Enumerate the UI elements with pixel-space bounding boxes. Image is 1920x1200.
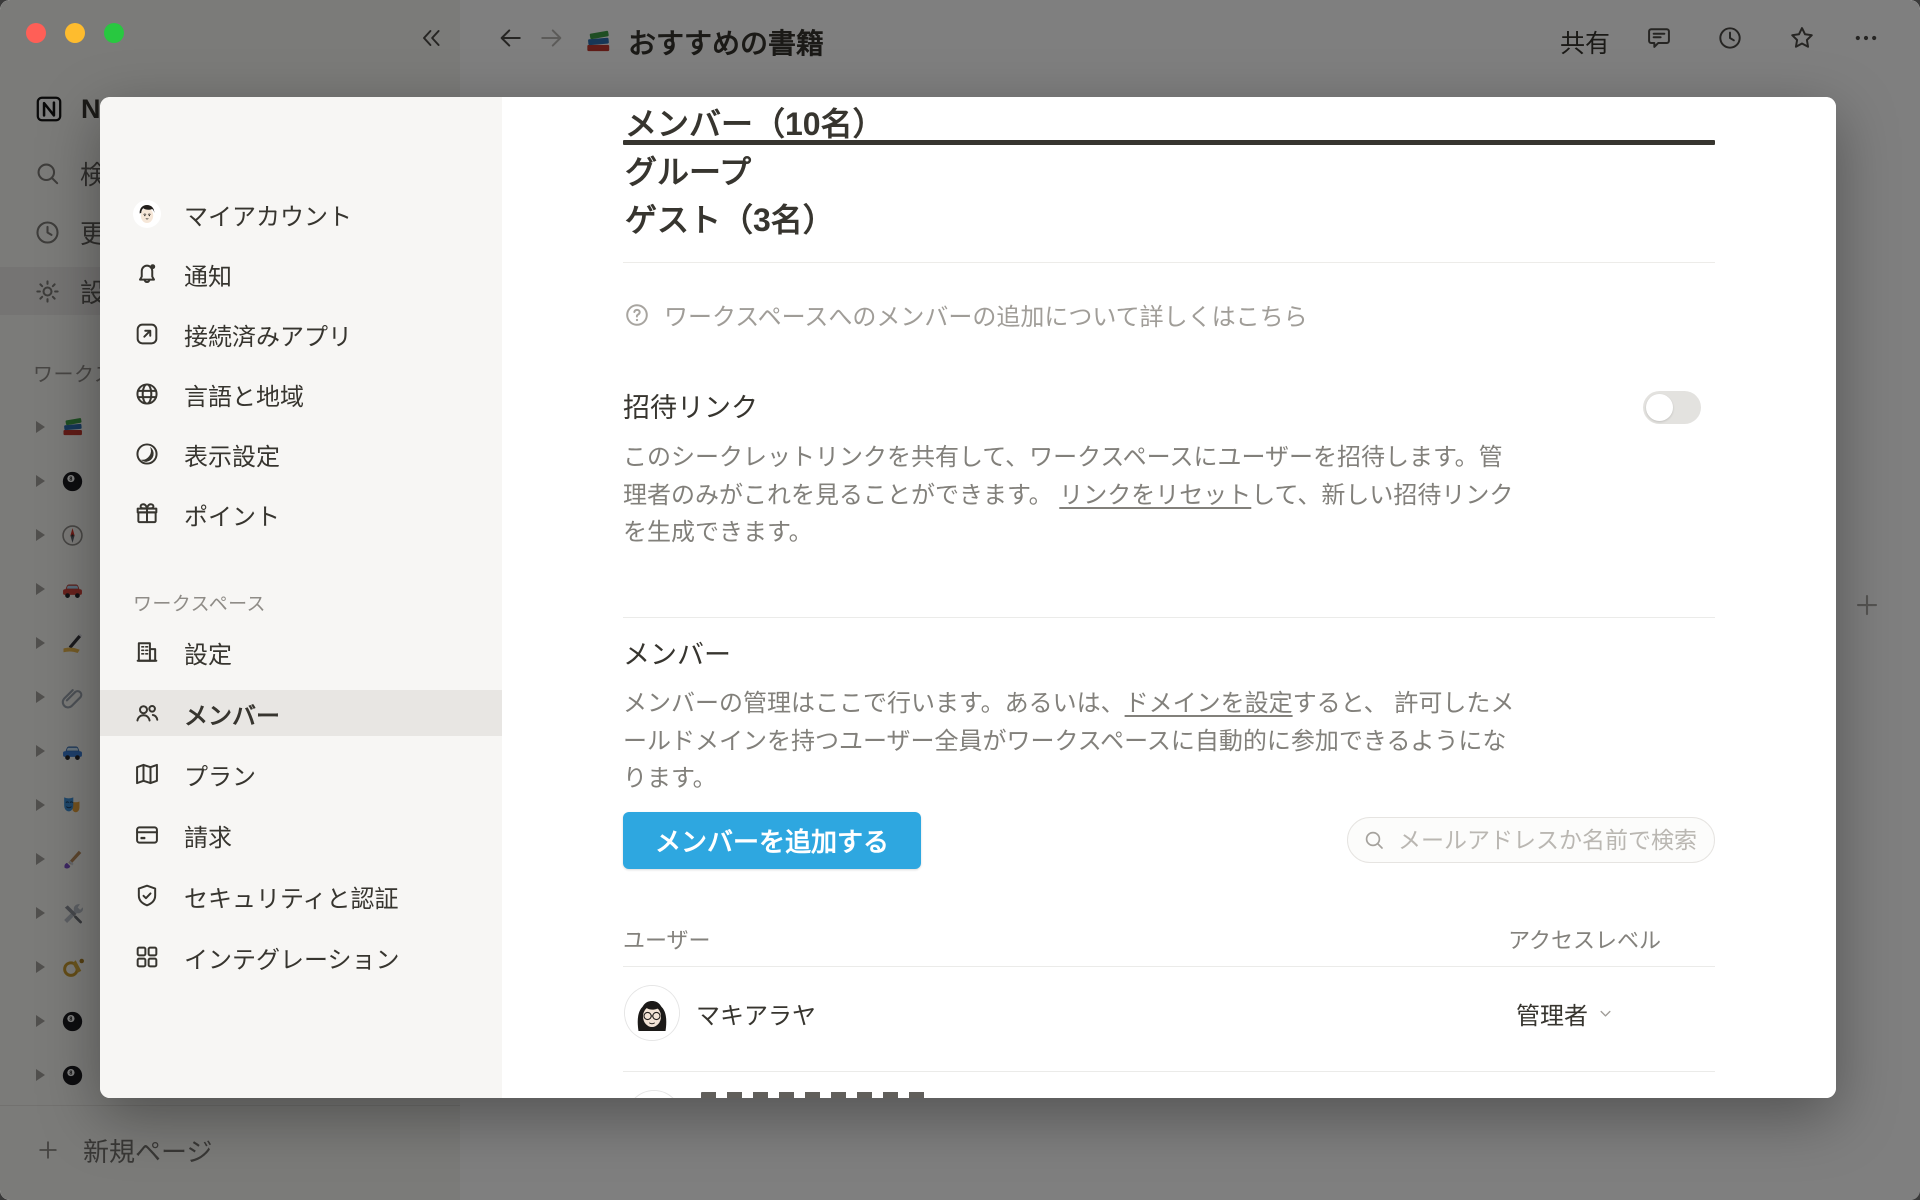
member-name: マキアラヤ [696,996,816,1031]
settings-sidebar: マイアカウント 通知 接続済みアプリ 言語と地域 表示設定 [100,97,502,1098]
settings-sidebar-item[interactable]: プラン [100,751,502,797]
avatar-man-icon [133,200,161,228]
members-description: メンバーの管理はここで行います。あるいは、ドメインを設定すると、 許可したメール… [623,685,1529,798]
users-icon [133,699,161,727]
question-circle-icon [623,301,651,329]
settings-sidebar-item[interactable]: インテグレーション [100,934,502,980]
partial-member-row [623,1091,1715,1098]
clipped-text [701,1092,929,1098]
map-icon [133,760,161,788]
moon-icon [133,440,161,468]
settings-sidebar-item[interactable]: メンバー [100,690,502,736]
external-icon [133,320,161,348]
member-row: マキアラヤ 管理者 [623,986,1715,1040]
settings-sidebar-item[interactable]: セキュリティと認証 [100,873,502,919]
minimize-window-button[interactable] [65,23,85,43]
member-avatar [627,1091,681,1098]
user-column-header: ユーザー [623,923,711,955]
settings-modal: マイアカウント 通知 接続済みアプリ 言語と地域 表示設定 [100,97,1836,1098]
settings-sidebar-item[interactable]: 表示設定 [100,431,502,477]
row-divider [623,1071,1715,1072]
add-member-button[interactable]: メンバーを追加する [623,812,921,869]
table-divider [623,966,1715,967]
member-search[interactable] [1347,817,1715,863]
members-title: メンバー [623,633,731,672]
help-link[interactable]: ワークスペースへのメンバーの追加について詳しくはこちら [623,297,1308,332]
close-window-button[interactable] [26,23,46,43]
settings-sidebar-item[interactable]: 設定 [100,629,502,675]
app-window: おすすめの書籍 共有 N 検索 更新 設定 ワークスペース [0,0,1920,1200]
card-icon [133,821,161,849]
settings-sidebar-item[interactable]: 接続済みアプリ [100,311,502,357]
settings-sidebar-item[interactable]: マイアカウント [100,191,502,237]
chevron-down-icon [1596,1004,1615,1023]
reset-link[interactable]: リンクをリセット [1059,482,1251,509]
settings-sidebar-item[interactable]: 言語と地域 [100,371,502,417]
section-divider [623,617,1715,618]
toggle-knob [1646,394,1673,421]
member-role-dropdown[interactable]: 管理者 [1516,996,1615,1031]
access-column-header: アクセスレベル [1508,923,1661,955]
building-icon [133,638,161,666]
window-controls [26,23,124,43]
zoom-window-button[interactable] [104,23,124,43]
shield-icon [133,882,161,910]
set-domain-link[interactable]: ドメインを設定 [1125,690,1293,717]
invite-link-title: 招待リンク [623,386,758,425]
settings-sidebar-item[interactable]: 通知 [100,251,502,297]
grid-icon [133,943,161,971]
settings-content: メンバー（10名）グループゲスト（3名） ワークスペースへのメンバーの追加につい… [502,97,1836,1098]
invite-link-toggle[interactable] [1643,391,1701,424]
search-icon [1362,828,1386,852]
settings-sidebar-item[interactable]: ポイント [100,491,502,537]
tab[interactable]: メンバー（10名） [623,97,1715,145]
member-search-input[interactable] [1396,826,1700,855]
member-avatar [625,986,679,1040]
tab-bar [623,185,1715,263]
gift-icon [133,500,161,528]
workspace-section-header: ワークスペース [133,589,266,616]
bell-icon [133,260,161,288]
globe-icon [133,380,161,408]
settings-sidebar-item[interactable]: 請求 [100,812,502,858]
invite-link-description: このシークレットリンクを共有して、ワークスペースにユーザーを招待します。管理者の… [623,439,1523,552]
